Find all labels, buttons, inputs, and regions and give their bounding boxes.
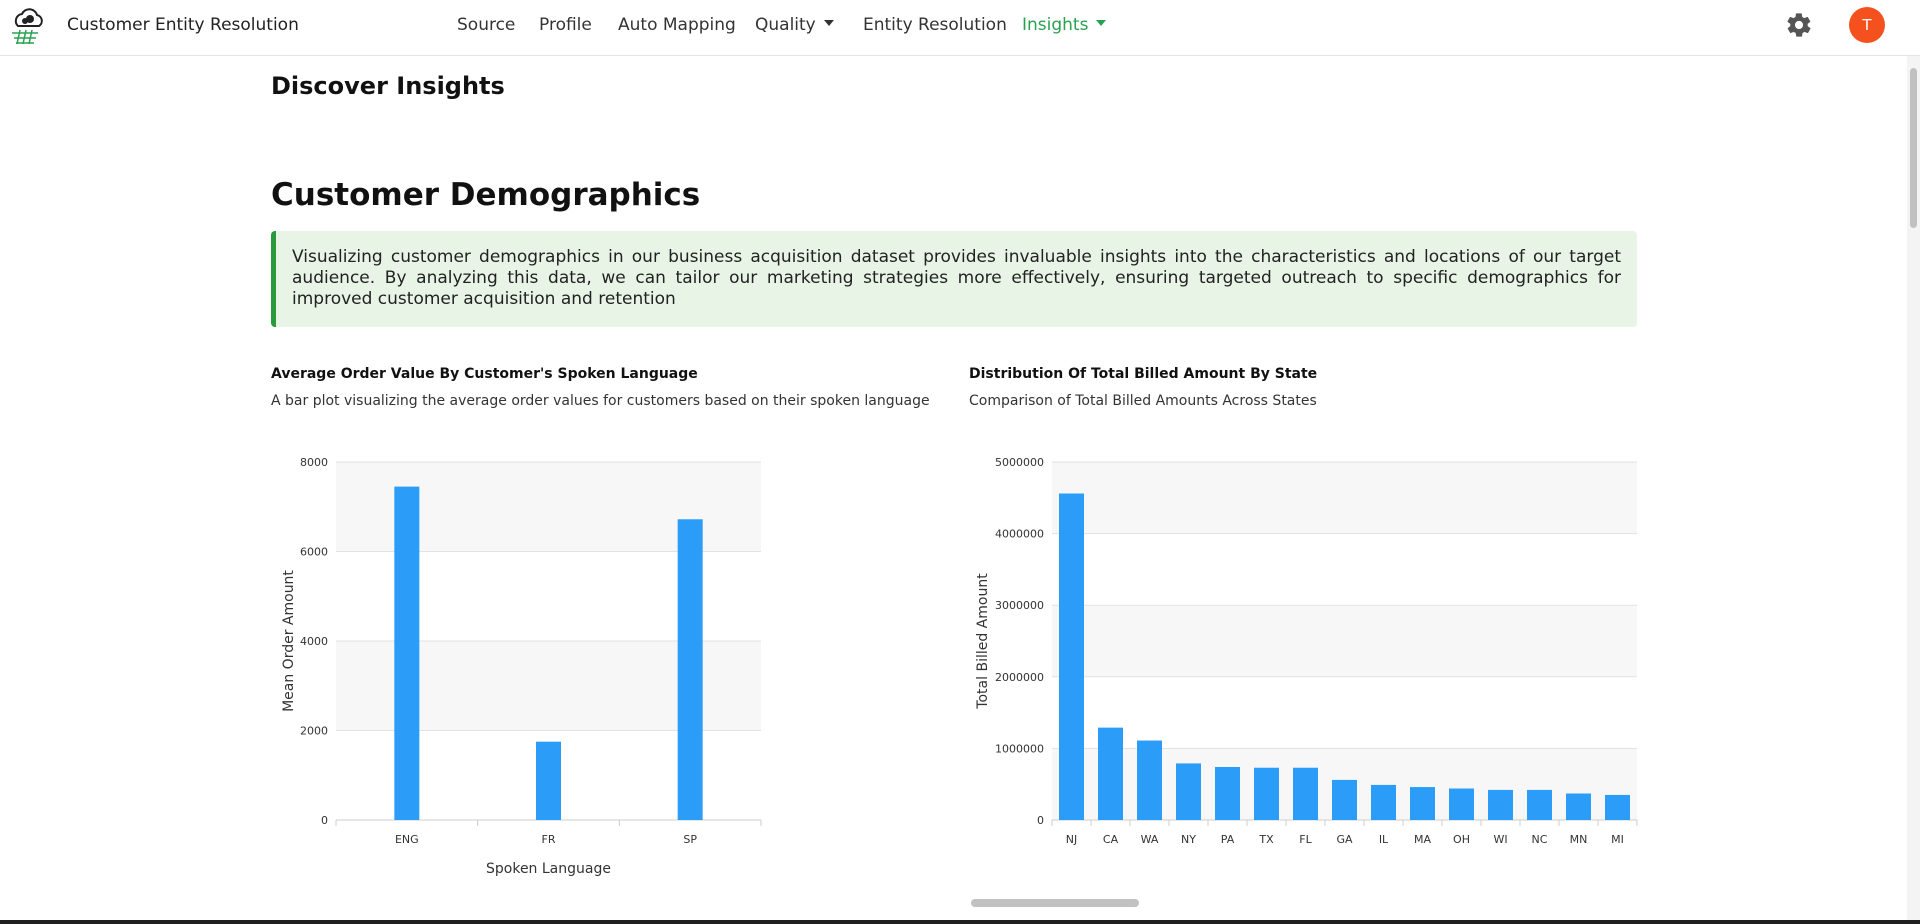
nav-entity-resolution-label: Entity Resolution	[863, 15, 1007, 35]
vertical-scrollbar-thumb[interactable]	[1910, 68, 1917, 228]
page-title: Discover Insights	[271, 72, 505, 100]
bar-chart-state: 0 1000000 2000000 3000000 4000000 5000000 NJ CA…	[975, 456, 1638, 846]
nav-entity-resolution[interactable]: Entity Resolution	[863, 15, 1007, 35]
nav-profile-label: Profile	[539, 15, 592, 35]
bar-ny[interactable]	[1176, 763, 1201, 820]
grid-band	[1052, 605, 1637, 677]
nav-source[interactable]: Source	[457, 15, 515, 35]
x-tick-label: NC	[1532, 833, 1548, 846]
x-tick-label: SP	[683, 833, 697, 846]
bar-ga[interactable]	[1332, 779, 1357, 820]
x-tick-label: NY	[1181, 833, 1196, 846]
x-tick-label: MN	[1570, 833, 1588, 846]
nav-auto-mapping[interactable]: Auto Mapping	[618, 15, 736, 35]
avatar[interactable]: T	[1849, 7, 1885, 43]
app-title[interactable]: Customer Entity Resolution	[67, 15, 299, 35]
y-tick-label: 4000	[300, 635, 328, 648]
horizontal-scrollbar-thumb[interactable]	[971, 899, 1139, 907]
bar-ca[interactable]	[1098, 727, 1123, 820]
y-tick-label: 8000	[300, 456, 328, 469]
chart-subtitle-language: A bar plot visualizing the average order…	[271, 393, 930, 409]
x-tick-label: WI	[1493, 833, 1507, 846]
chevron-down-icon	[823, 20, 834, 26]
bar-mi[interactable]	[1605, 794, 1630, 820]
y-axis-title: Total Billed Amount	[975, 573, 991, 710]
bar-tx[interactable]	[1254, 767, 1279, 820]
y-tick-label: 2000	[300, 725, 328, 738]
y-tick-label: 4000000	[995, 528, 1044, 541]
x-tick-label: NJ	[1066, 833, 1077, 846]
x-tick-label: IL	[1379, 833, 1389, 846]
y-tick-label: 2000000	[995, 671, 1044, 684]
bar-wi[interactable]	[1488, 789, 1513, 820]
bar-il[interactable]	[1371, 784, 1396, 820]
cloud-logo-icon[interactable]	[8, 6, 48, 46]
bar-mn[interactable]	[1566, 793, 1591, 820]
chart-title-language: Average Order Value By Customer's Spoken…	[271, 366, 698, 382]
x-tick-label: FL	[1299, 833, 1312, 846]
x-tick-label: ENG	[395, 833, 419, 846]
x-tick-label: TX	[1258, 833, 1274, 846]
chart-title-state: Distribution Of Total Billed Amount By S…	[969, 366, 1318, 382]
x-tick-label: PA	[1221, 833, 1235, 846]
grid-band	[1052, 462, 1637, 534]
nav-source-label: Source	[457, 15, 516, 35]
section-heading: Customer Demographics	[271, 177, 701, 213]
chart-subtitle-state: Comparison of Total Billed Amounts Acros…	[969, 393, 1317, 409]
bar-eng[interactable]	[394, 486, 420, 820]
callout-text: Visualizing customer demographics in our…	[292, 247, 1621, 309]
bar-fl[interactable]	[1293, 767, 1318, 820]
avatar-initial: T	[1862, 16, 1872, 34]
y-axis-title: Mean Order Amount	[281, 570, 297, 712]
bar-nc[interactable]	[1527, 789, 1552, 820]
x-tick-label: GA	[1336, 833, 1353, 846]
y-tick-label: 1000000	[995, 742, 1044, 755]
nav-quality-label: Quality	[755, 15, 816, 35]
x-tick-label: WA	[1141, 833, 1159, 846]
bar-oh[interactable]	[1449, 788, 1474, 820]
nav-auto-mapping-label: Auto Mapping	[618, 15, 736, 35]
bar-nj[interactable]	[1059, 493, 1084, 820]
y-tick-label: 5000000	[995, 456, 1044, 469]
y-tick-label: 0	[1037, 814, 1044, 827]
window-bottom-edge	[0, 920, 1920, 924]
nav-quality-dropdown[interactable]: Quality	[755, 15, 834, 35]
info-callout: Visualizing customer demographics in our…	[271, 231, 1637, 327]
nav-insights-label: Insights	[1022, 15, 1089, 35]
x-tick-label: MI	[1611, 833, 1624, 846]
nav-insights-dropdown[interactable]: Insights	[1022, 15, 1107, 35]
bar-chart-language: 0 2000 4000 6000 8000 ENG FR SP Mean Order Amoun…	[281, 456, 762, 877]
x-tick-label: MA	[1414, 833, 1431, 846]
y-tick-label: 0	[321, 814, 328, 827]
top-navbar: Customer Entity Resolution Source Profil…	[0, 0, 1920, 56]
y-tick-label: 3000000	[995, 599, 1044, 612]
bar-sp[interactable]	[677, 519, 703, 820]
nav-profile[interactable]: Profile	[539, 15, 592, 35]
chevron-down-icon	[1096, 20, 1107, 26]
y-tick-label: 6000	[300, 546, 328, 559]
x-tick-label: OH	[1453, 833, 1470, 846]
bar-wa[interactable]	[1137, 740, 1162, 820]
bar-pa[interactable]	[1215, 767, 1240, 820]
x-tick-label: CA	[1103, 833, 1119, 846]
gear-icon[interactable]	[1785, 11, 1813, 39]
bar-ma[interactable]	[1410, 787, 1435, 820]
bar-fr[interactable]	[536, 741, 561, 820]
x-tick-label: FR	[542, 833, 556, 846]
x-axis-title: Spoken Language	[486, 861, 611, 877]
